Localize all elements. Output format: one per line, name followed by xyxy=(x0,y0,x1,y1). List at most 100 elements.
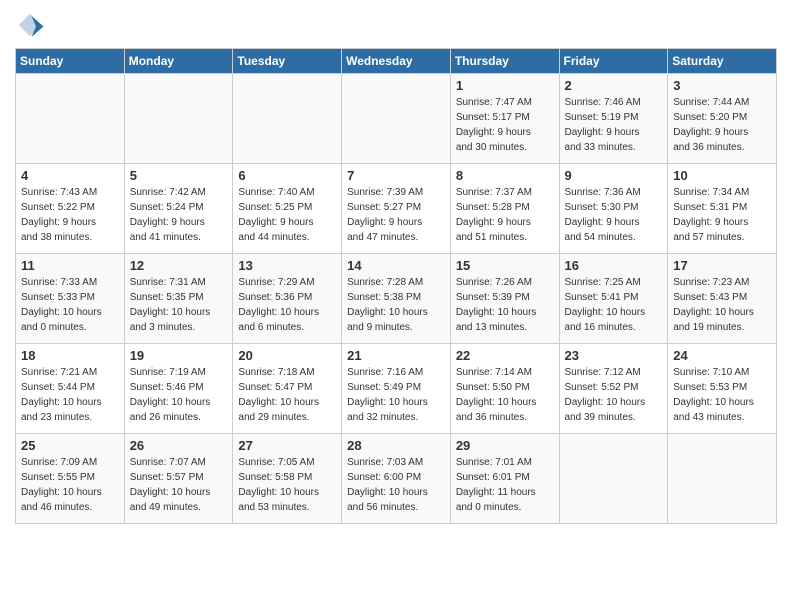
weekday-header-monday: Monday xyxy=(124,49,233,74)
day-info: Sunrise: 7:33 AMSunset: 5:33 PMDaylight:… xyxy=(21,275,119,335)
calendar-day: 3 Sunrise: 7:44 AMSunset: 5:20 PMDaylight… xyxy=(668,74,777,164)
calendar-day: 6Sunrise: 7:40 AMSunset: 5:25 PMDaylight… xyxy=(233,164,342,254)
day-number: 9 xyxy=(565,168,663,183)
logo xyxy=(15,10,49,40)
calendar-day: 19 Sunrise: 7:19 AMSunset: 5:46 PMDayligh… xyxy=(124,344,233,434)
calendar-day: 10 Sunrise: 7:34 AMSunset: 5:31 PMDayligh… xyxy=(668,164,777,254)
day-number: 23 xyxy=(565,348,663,363)
day-info: Sunrise: 7:29 AMSunset: 5:36 PMDaylight:… xyxy=(238,275,336,335)
weekday-header-friday: Friday xyxy=(559,49,668,74)
calendar-day xyxy=(16,74,125,164)
weekday-header-sunday: Sunday xyxy=(16,49,125,74)
weekday-header-tuesday: Tuesday xyxy=(233,49,342,74)
calendar-day: 17 Sunrise: 7:23 AMSunset: 5:43 PMDayligh… xyxy=(668,254,777,344)
calendar-day: 8 Sunrise: 7:37 AMSunset: 5:28 PMDaylight… xyxy=(450,164,559,254)
day-number: 5 xyxy=(130,168,228,183)
day-info: Sunrise: 7:28 AMSunset: 5:38 PMDaylight:… xyxy=(347,275,445,335)
day-number: 13 xyxy=(238,258,336,273)
calendar-week-2: 4 Sunrise: 7:43 AMSunset: 5:22 PMDaylight… xyxy=(16,164,777,254)
day-number: 27 xyxy=(238,438,336,453)
calendar-day: 25 Sunrise: 7:09 AMSunset: 5:55 PMDayligh… xyxy=(16,434,125,524)
day-info: Sunrise: 7:31 AMSunset: 5:35 PMDaylight:… xyxy=(130,275,228,335)
day-info: Sunrise: 7:05 AMSunset: 5:58 PMDaylight:… xyxy=(238,455,336,515)
calendar-table: SundayMondayTuesdayWednesdayThursdayFrid… xyxy=(15,48,777,524)
calendar-day: 28Sunrise: 7:03 AMSunset: 6:00 PMDayligh… xyxy=(342,434,451,524)
day-number: 24 xyxy=(673,348,771,363)
day-number: 3 xyxy=(673,78,771,93)
day-info: Sunrise: 7:47 AMSunset: 5:17 PMDaylight:… xyxy=(456,95,554,155)
day-number: 6 xyxy=(238,168,336,183)
day-number: 26 xyxy=(130,438,228,453)
day-info: Sunrise: 7:10 AMSunset: 5:53 PMDaylight:… xyxy=(673,365,771,425)
calendar-day: 21 Sunrise: 7:16 AMSunset: 5:49 PMDayligh… xyxy=(342,344,451,434)
calendar-day xyxy=(124,74,233,164)
day-number: 29 xyxy=(456,438,554,453)
day-info: Sunrise: 7:37 AMSunset: 5:28 PMDaylight:… xyxy=(456,185,554,245)
day-info: Sunrise: 7:39 AMSunset: 5:27 PMDaylight:… xyxy=(347,185,445,245)
calendar-day: 23 Sunrise: 7:12 AMSunset: 5:52 PMDayligh… xyxy=(559,344,668,434)
weekday-header-thursday: Thursday xyxy=(450,49,559,74)
day-number: 19 xyxy=(130,348,228,363)
calendar-day: 16 Sunrise: 7:25 AMSunset: 5:41 PMDayligh… xyxy=(559,254,668,344)
day-info: Sunrise: 7:43 AMSunset: 5:22 PMDaylight:… xyxy=(21,185,119,245)
calendar-day: 9 Sunrise: 7:36 AMSunset: 5:30 PMDaylight… xyxy=(559,164,668,254)
day-info: Sunrise: 7:09 AMSunset: 5:55 PMDaylight:… xyxy=(21,455,119,515)
calendar-week-3: 11Sunrise: 7:33 AMSunset: 5:33 PMDayligh… xyxy=(16,254,777,344)
calendar-day: 11Sunrise: 7:33 AMSunset: 5:33 PMDayligh… xyxy=(16,254,125,344)
calendar-day: 2Sunrise: 7:46 AMSunset: 5:19 PMDaylight… xyxy=(559,74,668,164)
calendar-day: 26 Sunrise: 7:07 AMSunset: 5:57 PMDayligh… xyxy=(124,434,233,524)
day-number: 25 xyxy=(21,438,119,453)
weekday-header-wednesday: Wednesday xyxy=(342,49,451,74)
calendar-week-4: 18 Sunrise: 7:21 AMSunset: 5:44 PMDayligh… xyxy=(16,344,777,434)
day-info: Sunrise: 7:14 AMSunset: 5:50 PMDaylight:… xyxy=(456,365,554,425)
day-info: Sunrise: 7:25 AMSunset: 5:41 PMDaylight:… xyxy=(565,275,663,335)
day-info: Sunrise: 7:42 AMSunset: 5:24 PMDaylight:… xyxy=(130,185,228,245)
calendar-header: SundayMondayTuesdayWednesdayThursdayFrid… xyxy=(16,49,777,74)
day-number: 21 xyxy=(347,348,445,363)
day-number: 10 xyxy=(673,168,771,183)
day-number: 2 xyxy=(565,78,663,93)
calendar-day xyxy=(559,434,668,524)
calendar-day: 15 Sunrise: 7:26 AMSunset: 5:39 PMDayligh… xyxy=(450,254,559,344)
day-info: Sunrise: 7:26 AMSunset: 5:39 PMDaylight:… xyxy=(456,275,554,335)
calendar-day: 14Sunrise: 7:28 AMSunset: 5:38 PMDayligh… xyxy=(342,254,451,344)
weekday-header-saturday: Saturday xyxy=(668,49,777,74)
calendar-day: 12 Sunrise: 7:31 AMSunset: 5:35 PMDayligh… xyxy=(124,254,233,344)
day-number: 12 xyxy=(130,258,228,273)
day-number: 18 xyxy=(21,348,119,363)
day-info: Sunrise: 7:23 AMSunset: 5:43 PMDaylight:… xyxy=(673,275,771,335)
calendar-day: 27 Sunrise: 7:05 AMSunset: 5:58 PMDayligh… xyxy=(233,434,342,524)
calendar-day: 13 Sunrise: 7:29 AMSunset: 5:36 PMDayligh… xyxy=(233,254,342,344)
day-number: 8 xyxy=(456,168,554,183)
calendar-day: 29Sunrise: 7:01 AMSunset: 6:01 PMDayligh… xyxy=(450,434,559,524)
day-info: Sunrise: 7:16 AMSunset: 5:49 PMDaylight:… xyxy=(347,365,445,425)
calendar-week-1: 1Sunrise: 7:47 AMSunset: 5:17 PMDaylight… xyxy=(16,74,777,164)
calendar-day: 1Sunrise: 7:47 AMSunset: 5:17 PMDaylight… xyxy=(450,74,559,164)
day-info: Sunrise: 7:03 AMSunset: 6:00 PMDaylight:… xyxy=(347,455,445,515)
day-number: 4 xyxy=(21,168,119,183)
calendar-day xyxy=(342,74,451,164)
day-info: Sunrise: 7:18 AMSunset: 5:47 PMDaylight:… xyxy=(238,365,336,425)
calendar-day: 7 Sunrise: 7:39 AMSunset: 5:27 PMDaylight… xyxy=(342,164,451,254)
day-info: Sunrise: 7:36 AMSunset: 5:30 PMDaylight:… xyxy=(565,185,663,245)
day-info: Sunrise: 7:44 AMSunset: 5:20 PMDaylight:… xyxy=(673,95,771,155)
day-info: Sunrise: 7:19 AMSunset: 5:46 PMDaylight:… xyxy=(130,365,228,425)
day-info: Sunrise: 7:12 AMSunset: 5:52 PMDaylight:… xyxy=(565,365,663,425)
calendar-week-5: 25 Sunrise: 7:09 AMSunset: 5:55 PMDayligh… xyxy=(16,434,777,524)
day-info: Sunrise: 7:21 AMSunset: 5:44 PMDaylight:… xyxy=(21,365,119,425)
day-number: 15 xyxy=(456,258,554,273)
calendar-day: 4 Sunrise: 7:43 AMSunset: 5:22 PMDaylight… xyxy=(16,164,125,254)
day-number: 7 xyxy=(347,168,445,183)
day-info: Sunrise: 7:34 AMSunset: 5:31 PMDaylight:… xyxy=(673,185,771,245)
calendar-day xyxy=(233,74,342,164)
calendar-day xyxy=(668,434,777,524)
calendar-day: 20Sunrise: 7:18 AMSunset: 5:47 PMDayligh… xyxy=(233,344,342,434)
page-header xyxy=(15,10,777,40)
day-number: 16 xyxy=(565,258,663,273)
day-number: 22 xyxy=(456,348,554,363)
calendar-day: 18 Sunrise: 7:21 AMSunset: 5:44 PMDayligh… xyxy=(16,344,125,434)
calendar-day: 22 Sunrise: 7:14 AMSunset: 5:50 PMDayligh… xyxy=(450,344,559,434)
day-info: Sunrise: 7:07 AMSunset: 5:57 PMDaylight:… xyxy=(130,455,228,515)
day-number: 17 xyxy=(673,258,771,273)
logo-icon xyxy=(15,10,45,40)
